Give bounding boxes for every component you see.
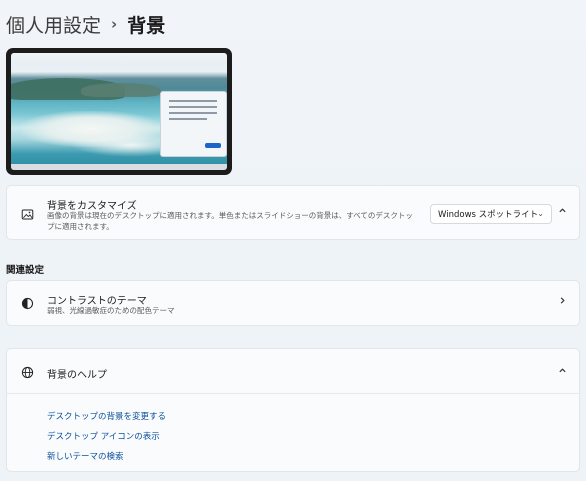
chevron-right-icon bbox=[558, 296, 567, 308]
preview-hill-2 bbox=[81, 83, 161, 97]
background-type-value: Windows スポットライト bbox=[438, 210, 539, 220]
preview-window-line bbox=[169, 100, 217, 102]
chevron-down-icon: ⌄ bbox=[537, 209, 544, 218]
preview-wallpaper bbox=[11, 53, 227, 170]
background-type-select[interactable]: Windows スポットライト ⌄ bbox=[430, 204, 552, 224]
contrast-description: 弱視、光線過敏症のための配色テーマ bbox=[47, 306, 175, 315]
desktop-preview bbox=[6, 48, 232, 175]
breadcrumb-separator-icon: › bbox=[111, 15, 118, 33]
help-links: デスクトップの背景を変更する デスクトップ アイコンの表示 新しいテーマの検索 bbox=[47, 407, 166, 467]
help-link-change-background[interactable]: デスクトップの背景を変更する bbox=[47, 407, 166, 427]
globe-icon bbox=[19, 364, 35, 380]
breadcrumb-parent[interactable]: 個人用設定 bbox=[6, 11, 101, 38]
page-title: 背景 bbox=[127, 14, 166, 37]
background-settings-card[interactable]: 背景をカスタマイズ 画像の背景は現在のデスクトップに適用されます。単色またはスラ… bbox=[6, 185, 580, 240]
preview-window-button bbox=[205, 143, 221, 148]
preview-window-line bbox=[169, 118, 207, 120]
preview-sky bbox=[11, 53, 227, 77]
divider bbox=[7, 393, 579, 394]
chevron-up-icon[interactable] bbox=[558, 206, 567, 218]
image-icon bbox=[19, 206, 35, 222]
related-settings-heading: 関連設定 bbox=[6, 265, 45, 276]
background-description: 画像の背景は現在のデスクトップに適用されます。単色またはスライドショーの背景は、… bbox=[47, 211, 413, 231]
contrast-icon bbox=[19, 295, 35, 311]
preview-window-line bbox=[169, 112, 217, 114]
help-link-show-desktop-icons[interactable]: デスクトップ アイコンの表示 bbox=[47, 427, 166, 447]
chevron-up-icon[interactable] bbox=[558, 366, 567, 378]
background-help-card: 背景のヘルプ デスクトップの背景を変更する デスクトップ アイコンの表示 新しい… bbox=[6, 348, 580, 472]
breadcrumb: 個人用設定 › 背景 bbox=[6, 10, 165, 38]
preview-taskbar bbox=[11, 164, 227, 170]
contrast-themes-card[interactable]: コントラストのテーマ 弱視、光線過敏症のための配色テーマ bbox=[6, 280, 580, 326]
preview-window bbox=[160, 91, 227, 157]
help-link-find-themes[interactable]: 新しいテーマの検索 bbox=[47, 447, 166, 467]
preview-window-line bbox=[169, 106, 217, 108]
help-title: 背景のヘルプ bbox=[47, 370, 107, 381]
